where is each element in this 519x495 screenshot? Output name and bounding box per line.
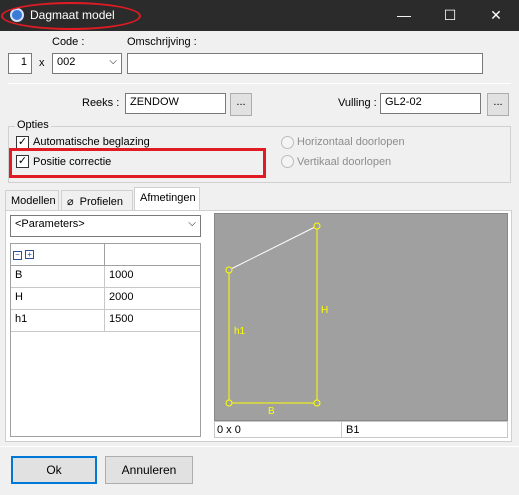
tab-modellen[interactable]: Modellen bbox=[5, 190, 59, 211]
vertex-handle[interactable] bbox=[313, 222, 321, 230]
highlight-rectangle bbox=[9, 148, 266, 178]
omschrijving-field[interactable] bbox=[127, 53, 483, 74]
sloped-top-edge bbox=[228, 225, 318, 271]
automatic-glazing-label: Automatische beglazing bbox=[33, 136, 150, 148]
table-row[interactable]: B 1000 bbox=[11, 266, 200, 288]
status-dimensions: 0 x 0 bbox=[215, 422, 342, 437]
tab-afmetingen[interactable]: Afmetingen bbox=[134, 187, 200, 211]
table-row[interactable]: H 2000 bbox=[11, 288, 200, 310]
parameters-grid: − + B 1000 H 2000 h1 1500 bbox=[10, 243, 201, 437]
table-row[interactable]: h1 1500 bbox=[11, 310, 200, 332]
frame-outline bbox=[228, 226, 318, 404]
grid-header-value bbox=[105, 244, 200, 265]
omschrijving-label: Omschrijving : bbox=[127, 36, 197, 48]
h1-dimension-label: h1 bbox=[234, 326, 246, 337]
reeks-label: Reeks : bbox=[82, 97, 120, 109]
parameters-dropdown[interactable]: <Parameters> ⌵ bbox=[10, 215, 201, 237]
vulling-label: Vulling : bbox=[338, 97, 377, 109]
chevron-down-icon: ⌵ bbox=[188, 218, 196, 229]
B-dimension-label: B bbox=[268, 406, 275, 417]
expand-all-icon[interactable]: + bbox=[25, 250, 35, 259]
maximize-button[interactable]: ☐ bbox=[427, 0, 473, 31]
param-value[interactable]: 1000 bbox=[105, 266, 200, 288]
code-select[interactable]: 002 ⌵ bbox=[52, 53, 122, 74]
vertical-radio[interactable] bbox=[281, 155, 294, 168]
vertex-handle[interactable] bbox=[225, 266, 233, 274]
vertex-handle[interactable] bbox=[225, 399, 233, 407]
param-name: H bbox=[11, 288, 105, 310]
grid-expand-controls: − + bbox=[11, 244, 105, 265]
horizontal-label: Horizontaal doorlopen bbox=[297, 136, 405, 148]
shape-preview[interactable]: h1 H B bbox=[214, 213, 508, 421]
vulling-field[interactable]: GL2-02 bbox=[380, 93, 481, 114]
cancel-button[interactable]: Annuleren bbox=[105, 456, 193, 484]
ok-button[interactable]: Ok bbox=[11, 456, 97, 484]
reeks-field[interactable]: ZENDOW bbox=[125, 93, 226, 114]
paperclip-icon: ⌀ bbox=[67, 196, 74, 208]
quantity-field[interactable]: 1 bbox=[8, 53, 32, 74]
horizontal-radio[interactable] bbox=[281, 136, 294, 149]
collapse-all-icon[interactable]: − bbox=[13, 251, 22, 260]
vertex-handle[interactable] bbox=[313, 399, 321, 407]
footer-separator bbox=[0, 446, 519, 447]
param-name: h1 bbox=[11, 310, 105, 332]
tab-profielen[interactable]: ⌀ Profielen bbox=[61, 190, 133, 211]
vertical-label: Vertikaal doorlopen bbox=[297, 156, 392, 168]
times-label: x bbox=[39, 57, 45, 69]
options-legend: Opties bbox=[15, 119, 51, 131]
H-dimension-label: H bbox=[321, 305, 328, 316]
status-element: B1 bbox=[346, 424, 360, 436]
minimize-button[interactable]: — bbox=[381, 0, 427, 31]
parameters-dropdown-value: <Parameters> bbox=[15, 218, 85, 230]
title-highlight-ellipse bbox=[1, 2, 141, 30]
chevron-down-icon: ⌵ bbox=[109, 56, 117, 67]
vulling-browse-button[interactable]: ... bbox=[487, 93, 509, 116]
separator bbox=[8, 83, 511, 84]
preview-drawing: h1 H B bbox=[225, 222, 328, 417]
preview-status-bar: 0 x 0 B1 bbox=[214, 421, 508, 438]
reeks-browse-button[interactable]: ... bbox=[230, 93, 252, 116]
param-value[interactable]: 2000 bbox=[105, 288, 200, 310]
param-name: B bbox=[11, 266, 105, 288]
param-value[interactable]: 1500 bbox=[105, 310, 200, 332]
close-button[interactable]: ✕ bbox=[473, 0, 519, 31]
grid-header: − + bbox=[11, 244, 200, 266]
code-label: Code : bbox=[52, 36, 85, 48]
title-bar: Dagmaat model — ☐ ✕ bbox=[0, 0, 519, 31]
code-value: 002 bbox=[57, 56, 76, 68]
